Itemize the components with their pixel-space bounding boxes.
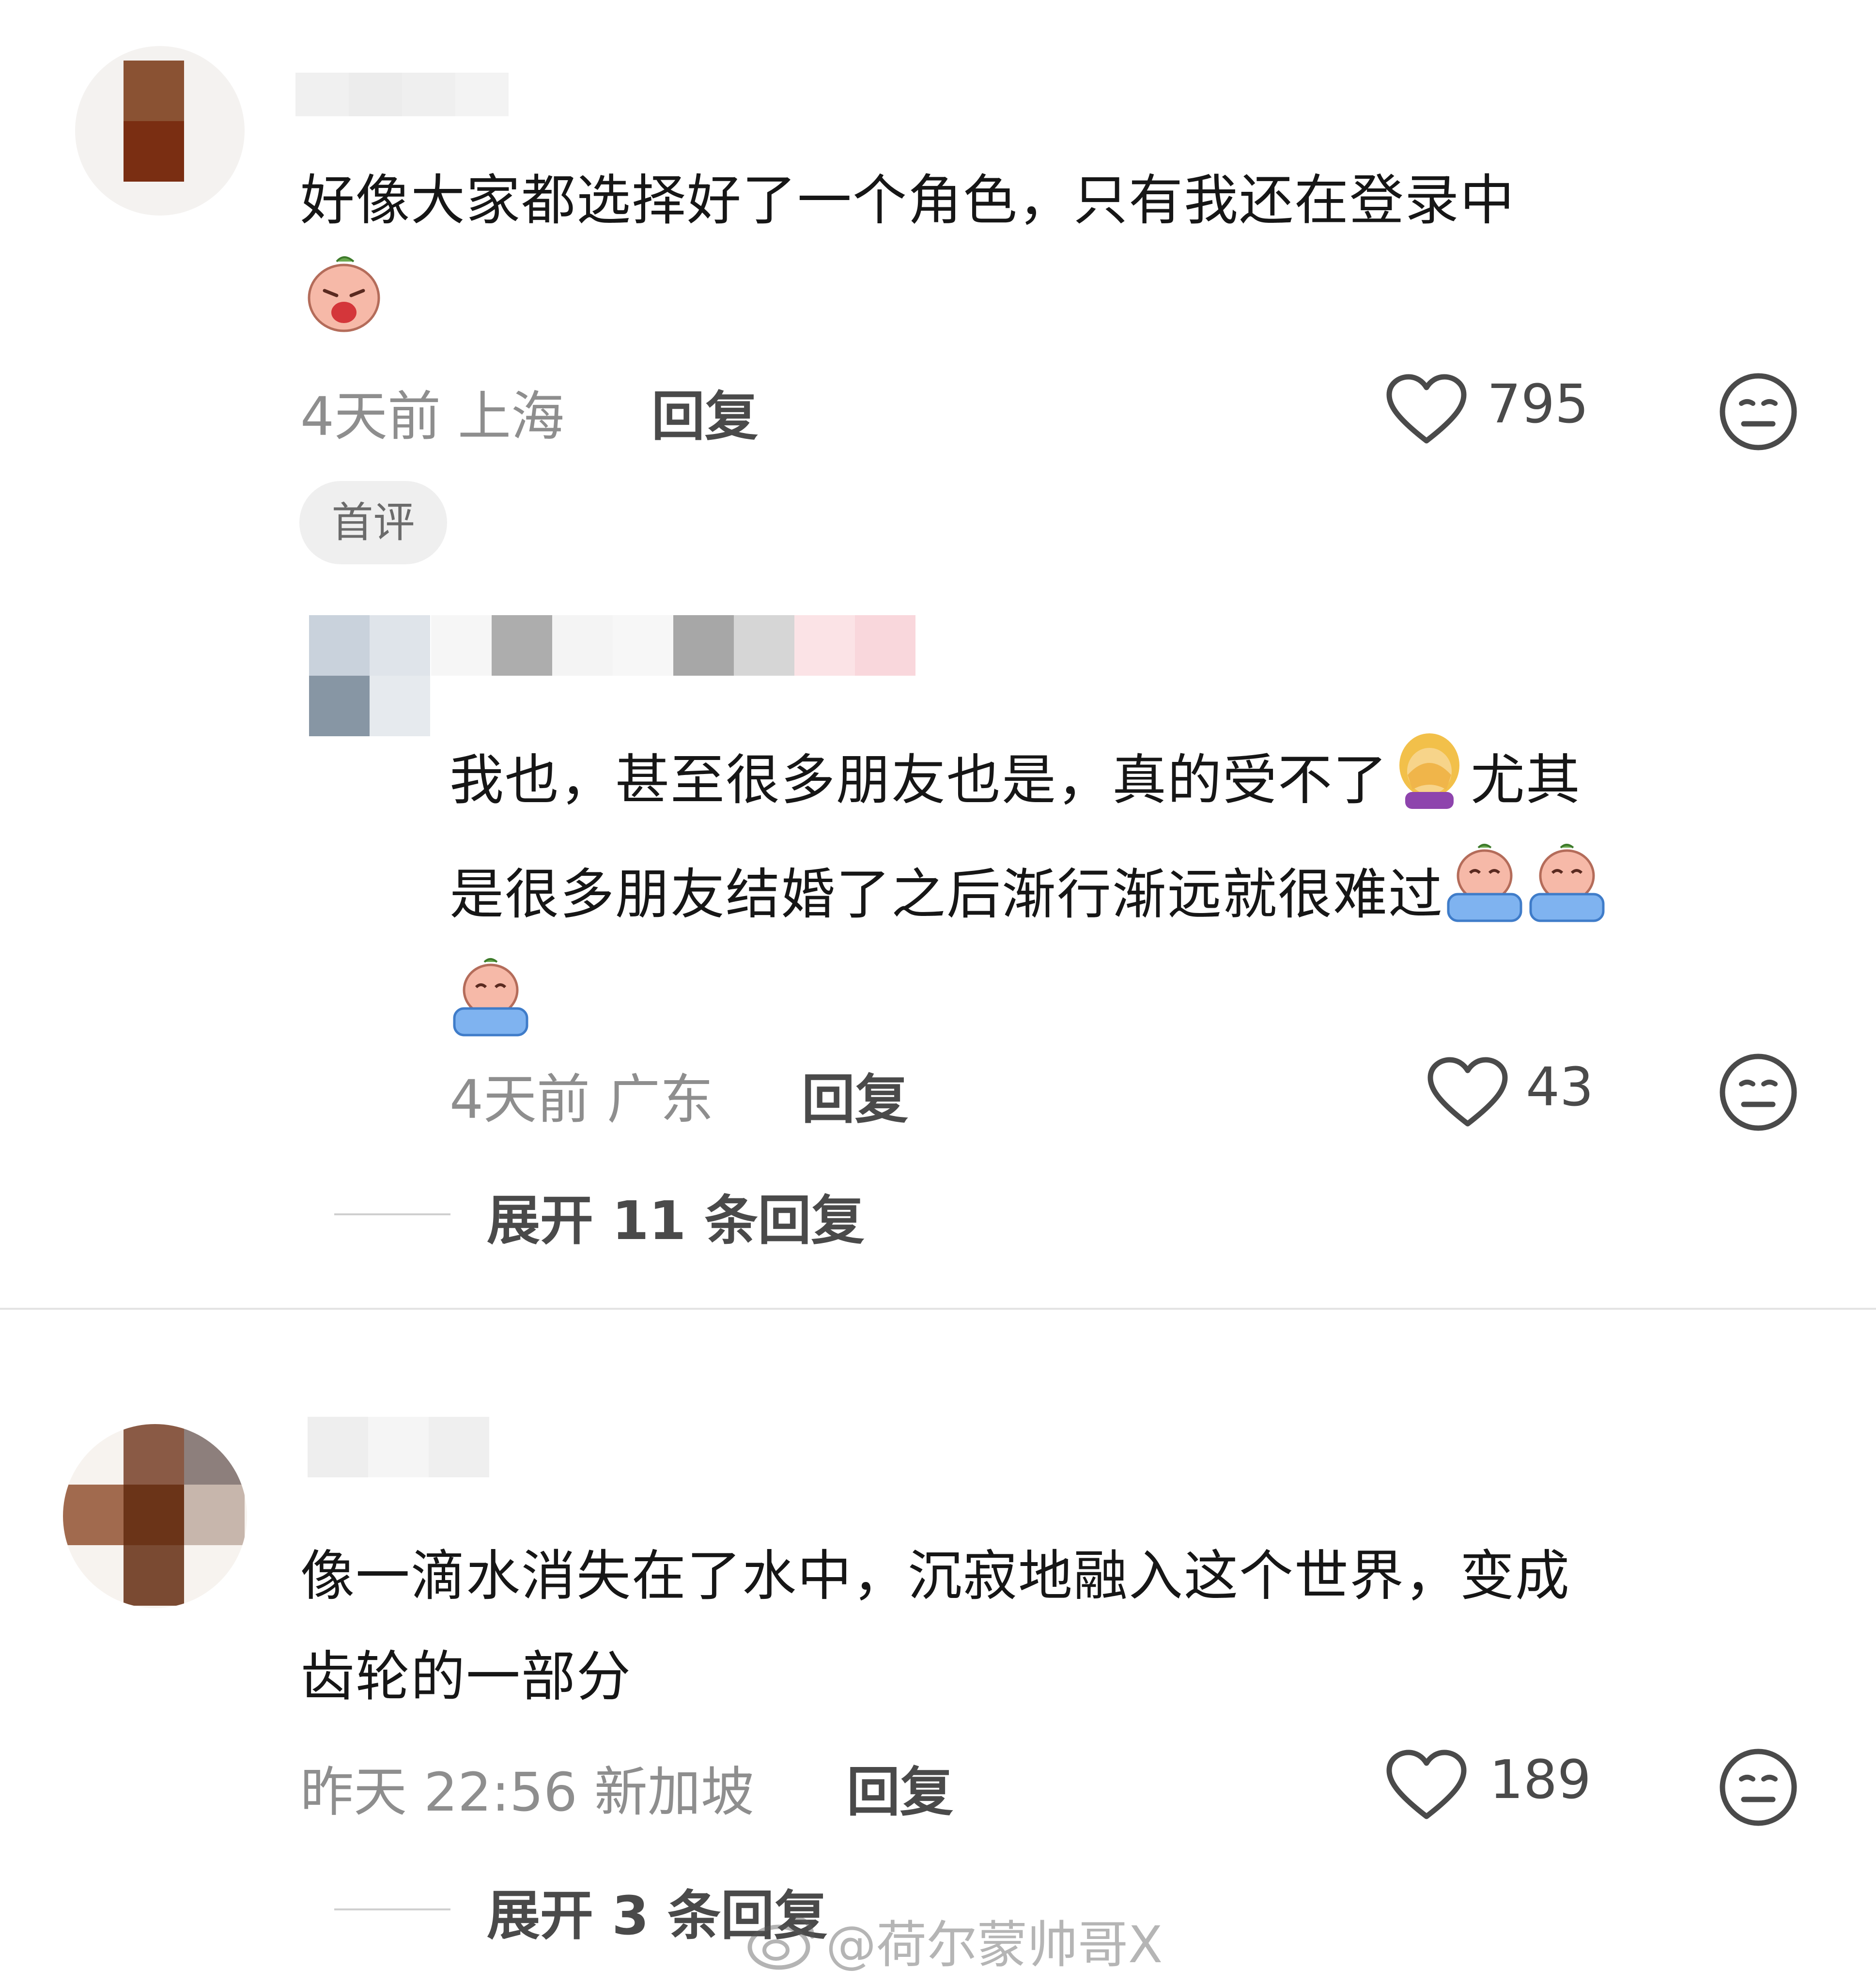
watermark-text: @荷尔蒙帅哥X	[826, 1915, 1163, 1974]
avatar[interactable]	[75, 46, 245, 216]
reply-button[interactable]: 回复	[651, 373, 758, 450]
like-button[interactable]: 795	[1385, 373, 1618, 450]
like-button[interactable]: 43	[1426, 1056, 1630, 1133]
username[interactable]	[295, 73, 509, 116]
neutral-face-icon[interactable]	[1717, 371, 1799, 453]
crying-sticker-icon	[1443, 841, 1526, 955]
expand-divider-line	[334, 1908, 450, 1910]
reply-body-line1: 我也，甚至很多朋友也是，真的受不了	[450, 748, 1388, 812]
neutral-face-icon[interactable]	[1717, 1051, 1799, 1133]
username[interactable]	[431, 615, 915, 676]
comment-divider	[0, 1308, 1876, 1310]
comment-body-line1: 像一滴水消失在了水中，沉寂地融入这个世界，变成	[300, 1545, 1570, 1608]
heart-outline-icon	[1427, 1057, 1508, 1127]
facepalm-emoji-icon	[1388, 727, 1471, 841]
crying-face-sticker-icon	[303, 252, 385, 334]
avatar[interactable]	[309, 615, 430, 736]
reply-button[interactable]: 回复	[847, 1749, 953, 1826]
comment-body-line2: 齿轮的一部分	[300, 1645, 632, 1708]
reply-text: 我也，甚至很多朋友也是，真的受不了 尤其 是很多朋友结婚了之后渐行渐远就很难过	[450, 727, 1806, 1070]
neutral-face-icon[interactable]	[1717, 1746, 1799, 1829]
username[interactable]	[308, 1417, 489, 1477]
heart-outline-icon	[1386, 1750, 1467, 1819]
heart-outline-icon	[1386, 374, 1467, 444]
expand-divider-line	[334, 1213, 450, 1215]
reply-body-line2: 是很多朋友结婚了之后渐行渐远就很难过	[450, 863, 1443, 926]
comment-meta: 昨天 22:56 新加坡	[300, 1761, 754, 1823]
comment-text: 像一滴水消失在了水中，沉寂地融入这个世界，变成 齿轮的一部分	[300, 1526, 1826, 1727]
like-count: 189	[1489, 1749, 1591, 1811]
crying-sticker-icon	[450, 955, 532, 1070]
comment-text: 好像大家都选择好了一个角色，只有我还在登录中	[300, 150, 1802, 251]
first-comment-badge: 首评	[299, 481, 447, 564]
comment-body: 好像大家都选择好了一个角色，只有我还在登录中	[300, 169, 1515, 232]
reply-button[interactable]: 回复	[802, 1056, 908, 1133]
weibo-logo-icon	[747, 1916, 815, 1970]
reply-meta: 4天前 广东	[450, 1069, 713, 1131]
like-count: 795	[1487, 373, 1589, 435]
like-count: 43	[1526, 1056, 1594, 1118]
crying-sticker-icon	[1526, 841, 1608, 955]
reply-body-line1b: 尤其	[1471, 748, 1581, 812]
comment-meta: 4天前 上海	[300, 386, 564, 448]
avatar[interactable]	[63, 1424, 247, 1608]
like-button[interactable]: 189	[1385, 1749, 1618, 1826]
expand-replies-button[interactable]: 展开 11 条回复	[487, 1177, 865, 1255]
